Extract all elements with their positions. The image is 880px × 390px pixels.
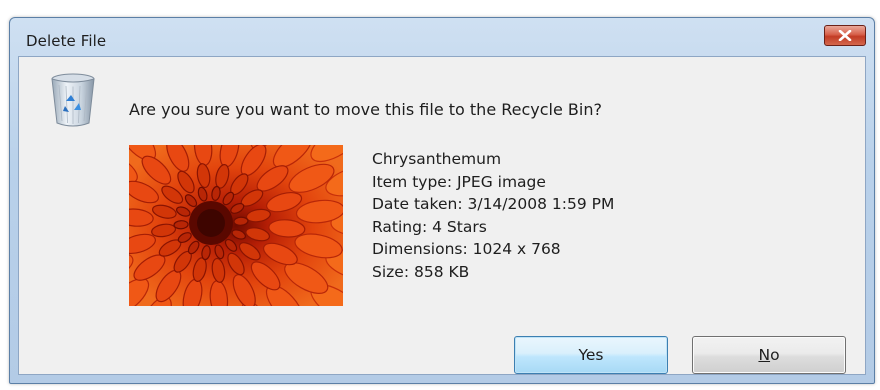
close-icon [838, 30, 852, 41]
file-size: Size: 858 KB [372, 262, 470, 281]
no-button[interactable]: No [692, 336, 846, 374]
no-button-label-rest: o [770, 346, 780, 364]
item-type: Item type: JPEG image [372, 172, 546, 191]
close-button[interactable] [824, 25, 866, 46]
dialog-body: Are you sure you want to move this file … [18, 56, 866, 375]
title-bar[interactable]: Delete File [10, 18, 874, 58]
dimensions: Dimensions: 1024 x 768 [372, 240, 561, 258]
recycle-bin-icon [49, 71, 97, 129]
file-name: Chrysanthemum [372, 150, 502, 168]
confirmation-question: Are you sure you want to move this file … [129, 100, 602, 119]
no-button-label: No [758, 346, 779, 364]
rating: Rating: 4 Stars [372, 217, 487, 236]
yes-button-label: Yes [578, 346, 604, 364]
file-details: Chrysanthemum Item type: JPEG image Date… [372, 148, 614, 283]
window-title: Delete File [26, 32, 107, 50]
chrysanthemum-thumbnail [129, 145, 343, 306]
date-taken: Date taken: 3/14/2008 1:59 PM [372, 195, 615, 213]
delete-file-dialog: Delete File Are you sure you want to mov… [9, 17, 875, 384]
yes-button[interactable]: Yes [514, 336, 668, 374]
no-button-mnemonic: N [758, 346, 771, 364]
